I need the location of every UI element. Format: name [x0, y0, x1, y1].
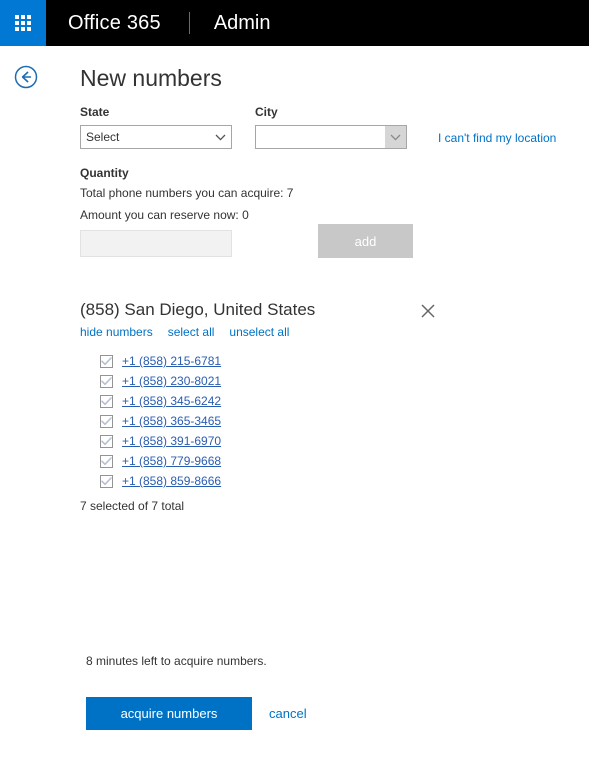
waffle-grid: [15, 15, 31, 31]
cancel-link[interactable]: cancel: [269, 706, 307, 721]
list-item: +1 (858) 215-6781: [80, 351, 520, 371]
checkbox-checked-icon[interactable]: [100, 354, 113, 368]
checkbox-checked-icon[interactable]: [100, 474, 113, 488]
city-label: City: [255, 105, 278, 119]
hide-numbers-link[interactable]: hide numbers: [80, 325, 153, 339]
reserve-now-text: Amount you can reserve now: 0: [80, 208, 249, 222]
list-item: +1 (858) 859-8666: [80, 471, 520, 491]
phone-number-link[interactable]: +1 (858) 779-9668: [122, 452, 221, 470]
page-header: New numbers: [0, 46, 589, 104]
area-group-actions: hide numbers select all unselect all: [80, 325, 520, 339]
quantity-section: Quantity Total phone numbers you can acq…: [80, 164, 589, 266]
state-select[interactable]: Select: [80, 125, 232, 149]
selection-count-text: 7 selected of 7 total: [80, 499, 185, 513]
quantity-title: Quantity: [80, 166, 129, 180]
page-title: New numbers: [80, 65, 222, 91]
list-item: +1 (858) 365-3465: [80, 411, 520, 431]
suite-app-label[interactable]: Admin: [190, 0, 271, 46]
list-item: +1 (858) 230-8021: [80, 371, 520, 391]
checkbox-checked-icon[interactable]: [100, 374, 113, 388]
phone-number-link[interactable]: +1 (858) 345-6242: [122, 392, 221, 410]
phone-number-list: +1 (858) 215-6781 +1 (858) 230-8021 +1 (…: [80, 351, 520, 491]
city-field-group: City: [255, 104, 407, 149]
phone-number-link[interactable]: +1 (858) 365-3465: [122, 412, 221, 430]
checkbox-checked-icon[interactable]: [100, 434, 113, 448]
state-label: State: [80, 105, 110, 119]
checkbox-checked-icon[interactable]: [100, 454, 113, 468]
location-fields-row: State Select City I can't find my locati…: [80, 104, 589, 160]
acquire-numbers-button[interactable]: acquire numbers: [86, 697, 252, 730]
acquire-timer-text: 8 minutes left to acquire numbers.: [86, 654, 267, 668]
state-select-wrapper[interactable]: Select: [80, 120, 232, 149]
phone-number-link[interactable]: +1 (858) 391-6970: [122, 432, 221, 450]
total-acquirable-text: Total phone numbers you can acquire: 7: [80, 186, 294, 200]
back-arrow-circle-icon[interactable]: [14, 65, 38, 89]
cannot-find-location-link[interactable]: I can't find my location: [438, 131, 556, 145]
list-item: +1 (858) 345-6242: [80, 391, 520, 411]
close-x-icon[interactable]: [419, 302, 437, 320]
quantity-controls: add: [80, 224, 589, 266]
phone-number-link[interactable]: +1 (858) 215-6781: [122, 352, 221, 370]
unselect-all-link[interactable]: unselect all: [229, 325, 289, 339]
city-select-wrapper[interactable]: [255, 120, 407, 149]
page-footer: 8 minutes left to acquire numbers. acqui…: [0, 652, 589, 730]
city-select[interactable]: [255, 125, 407, 149]
select-all-link[interactable]: select all: [168, 325, 215, 339]
area-group-title: (858) San Diego, United States: [80, 300, 316, 319]
main-content: State Select City I can't find my locati…: [0, 104, 589, 513]
checkbox-checked-icon[interactable]: [100, 394, 113, 408]
suite-brand-label[interactable]: Office 365: [46, 0, 161, 46]
footer-actions: acquire numbers cancel: [86, 697, 589, 730]
list-item: +1 (858) 391-6970: [80, 431, 520, 451]
area-code-group: (858) San Diego, United States hide numb…: [80, 298, 520, 491]
app-launcher-waffle-icon[interactable]: [0, 0, 46, 46]
state-field-group: State Select: [80, 104, 232, 149]
phone-number-link[interactable]: +1 (858) 859-8666: [122, 472, 221, 490]
quantity-input[interactable]: [80, 230, 232, 257]
add-button[interactable]: add: [318, 224, 413, 258]
list-item: +1 (858) 779-9668: [80, 451, 520, 471]
suite-header-bar: Office 365 Admin: [0, 0, 589, 46]
phone-number-link[interactable]: +1 (858) 230-8021: [122, 372, 221, 390]
checkbox-checked-icon[interactable]: [100, 414, 113, 428]
